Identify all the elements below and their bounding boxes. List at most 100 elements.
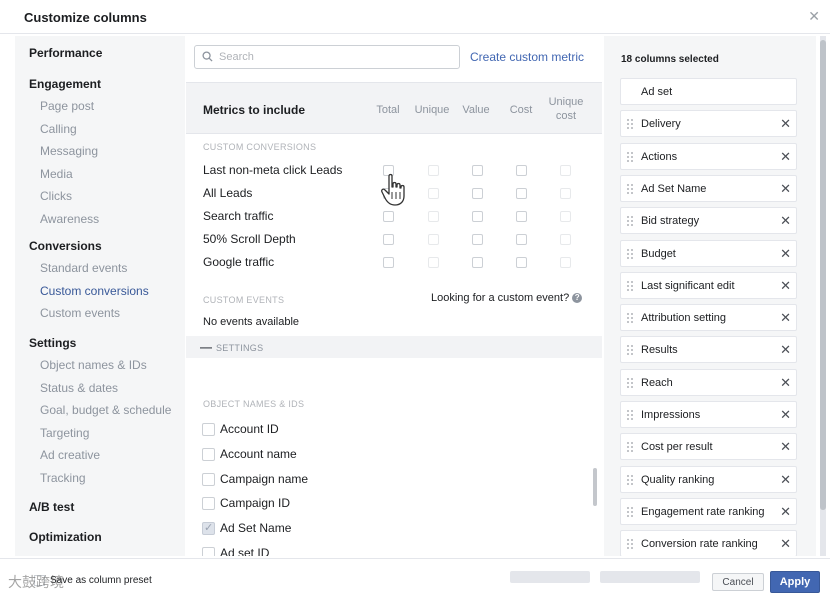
selected-column-item[interactable]: Ad Set Name ✕ <box>620 174 797 202</box>
drag-handle-icon[interactable] <box>626 377 634 389</box>
object-name-checkbox[interactable] <box>202 472 215 486</box>
metric-checkbox-unique-cost[interactable] <box>560 234 571 245</box>
remove-column-icon[interactable]: ✕ <box>780 181 791 197</box>
apply-button[interactable]: Apply <box>770 571 820 593</box>
settings-section-header[interactable]: — SETTINGS <box>186 336 602 358</box>
nav-group-settings[interactable]: Settings <box>29 336 76 350</box>
drag-handle-icon[interactable] <box>626 118 634 130</box>
metric-checkbox-unique[interactable] <box>428 211 439 222</box>
metric-checkbox-total[interactable] <box>383 257 394 268</box>
search-input[interactable] <box>219 49 455 65</box>
remove-column-icon[interactable]: ✕ <box>780 246 791 262</box>
remove-column-icon[interactable]: ✕ <box>780 472 791 488</box>
metric-checkbox-value[interactable] <box>472 234 483 245</box>
object-name-checkbox[interactable] <box>202 497 215 511</box>
nav-group-performance[interactable]: Performance <box>29 46 102 60</box>
remove-column-icon[interactable]: ✕ <box>780 278 791 294</box>
selected-column-item[interactable]: Results ✕ <box>620 336 797 364</box>
metric-checkbox-unique[interactable] <box>428 234 439 245</box>
drag-handle-icon[interactable] <box>626 312 634 324</box>
remove-column-icon[interactable]: ✕ <box>780 407 791 423</box>
drag-handle-icon[interactable] <box>626 344 634 356</box>
drag-handle-icon[interactable] <box>626 409 634 421</box>
drag-handle-icon[interactable] <box>626 538 634 550</box>
selected-column-item[interactable]: Bid strategy ✕ <box>620 207 797 235</box>
object-name-checkbox[interactable] <box>202 447 215 461</box>
nav-item-tracking[interactable]: Tracking <box>40 471 86 485</box>
metric-checkbox-unique[interactable] <box>428 188 439 199</box>
nav-item-awareness[interactable]: Awareness <box>40 212 99 226</box>
remove-column-icon[interactable]: ✕ <box>780 310 791 326</box>
metric-checkbox-cost[interactable] <box>516 188 527 199</box>
remove-column-icon[interactable]: ✕ <box>780 504 791 520</box>
nav-group-optimization[interactable]: Optimization <box>29 530 102 544</box>
nav-item-goal-budget-schedule[interactable]: Goal, budget & schedule <box>40 403 171 417</box>
nav-group-conversions[interactable]: Conversions <box>29 239 102 253</box>
metric-checkbox-unique-cost[interactable] <box>560 165 571 176</box>
drag-handle-icon[interactable] <box>626 441 634 453</box>
nav-item-custom-events[interactable]: Custom events <box>40 306 120 320</box>
remove-column-icon[interactable]: ✕ <box>780 536 791 552</box>
selected-column-item[interactable]: Budget ✕ <box>620 239 797 267</box>
nav-item-page-post[interactable]: Page post <box>40 99 94 113</box>
drag-handle-icon[interactable] <box>626 183 634 195</box>
search-box[interactable] <box>194 45 460 69</box>
selected-column-item[interactable]: Conversion rate ranking ✕ <box>620 530 797 556</box>
metric-checkbox-unique-cost[interactable] <box>560 188 571 199</box>
remove-column-icon[interactable]: ✕ <box>780 213 791 229</box>
collapse-icon[interactable]: — <box>200 340 212 354</box>
drag-handle-icon[interactable] <box>626 215 634 227</box>
close-icon[interactable]: ✕ <box>808 8 820 25</box>
remove-column-icon[interactable]: ✕ <box>780 149 791 165</box>
metric-checkbox-total[interactable] <box>383 234 394 245</box>
metric-checkbox-value[interactable] <box>472 257 483 268</box>
nav-item-object-names-ids[interactable]: Object names & IDs <box>40 358 147 372</box>
metric-checkbox-unique[interactable] <box>428 165 439 176</box>
selected-column-item[interactable]: Engagement rate ranking ✕ <box>620 497 797 525</box>
selected-column-item[interactable]: Ad set <box>620 78 797 105</box>
selected-column-item[interactable]: Last significant edit ✕ <box>620 271 797 299</box>
metrics-scrollbar[interactable] <box>593 468 597 506</box>
metric-checkbox-value[interactable] <box>472 165 483 176</box>
drag-handle-icon[interactable] <box>626 151 634 163</box>
drag-handle-icon[interactable] <box>626 506 634 518</box>
selected-column-item[interactable]: Attribution setting ✕ <box>620 304 797 332</box>
object-name-checkbox[interactable] <box>202 547 215 556</box>
remove-column-icon[interactable]: ✕ <box>780 342 791 358</box>
nav-item-clicks[interactable]: Clicks <box>40 189 72 203</box>
nav-item-status-dates[interactable]: Status & dates <box>40 381 118 395</box>
remove-column-icon[interactable]: ✕ <box>780 116 791 132</box>
selected-scrollbar[interactable] <box>820 40 826 510</box>
save-preset-label[interactable]: Save as column preset <box>50 575 152 586</box>
metric-checkbox-unique-cost[interactable] <box>560 257 571 268</box>
object-name-checkbox[interactable] <box>202 423 215 436</box>
metric-checkbox-cost[interactable] <box>516 165 527 176</box>
remove-column-icon[interactable]: ✕ <box>780 439 791 455</box>
metric-checkbox-unique-cost[interactable] <box>560 211 571 222</box>
selected-column-item[interactable]: Actions ✕ <box>620 142 797 170</box>
remove-column-icon[interactable]: ✕ <box>780 375 791 391</box>
nav-group-a-b-test[interactable]: A/B test <box>29 500 74 514</box>
create-custom-metric-link[interactable]: Create custom metric <box>470 50 584 64</box>
selected-column-item[interactable]: Cost per result ✕ <box>620 433 797 461</box>
nav-item-standard-events[interactable]: Standard events <box>40 261 127 275</box>
selected-column-item[interactable]: Delivery ✕ <box>620 110 797 138</box>
selected-column-item[interactable]: Reach ✕ <box>620 368 797 396</box>
metric-checkbox-cost[interactable] <box>516 257 527 268</box>
nav-group-engagement[interactable]: Engagement <box>29 77 101 91</box>
nav-item-messaging[interactable]: Messaging <box>40 144 98 158</box>
metric-checkbox-value[interactable] <box>472 188 483 199</box>
info-icon[interactable]: ? <box>572 293 583 304</box>
object-name-checkbox[interactable] <box>202 521 215 536</box>
metric-checkbox-value[interactable] <box>472 211 483 222</box>
drag-handle-icon[interactable] <box>626 248 634 260</box>
nav-item-ad-creative[interactable]: Ad creative <box>40 448 100 462</box>
drag-handle-icon[interactable] <box>626 474 634 486</box>
metric-checkbox-cost[interactable] <box>516 211 527 222</box>
drag-handle-icon[interactable] <box>626 280 634 292</box>
metric-checkbox-unique[interactable] <box>428 257 439 268</box>
nav-item-media[interactable]: Media <box>40 167 73 181</box>
nav-item-custom-conversions[interactable]: Custom conversions <box>40 284 149 298</box>
cancel-button[interactable]: Cancel <box>712 573 764 591</box>
metric-checkbox-total[interactable] <box>383 211 394 222</box>
